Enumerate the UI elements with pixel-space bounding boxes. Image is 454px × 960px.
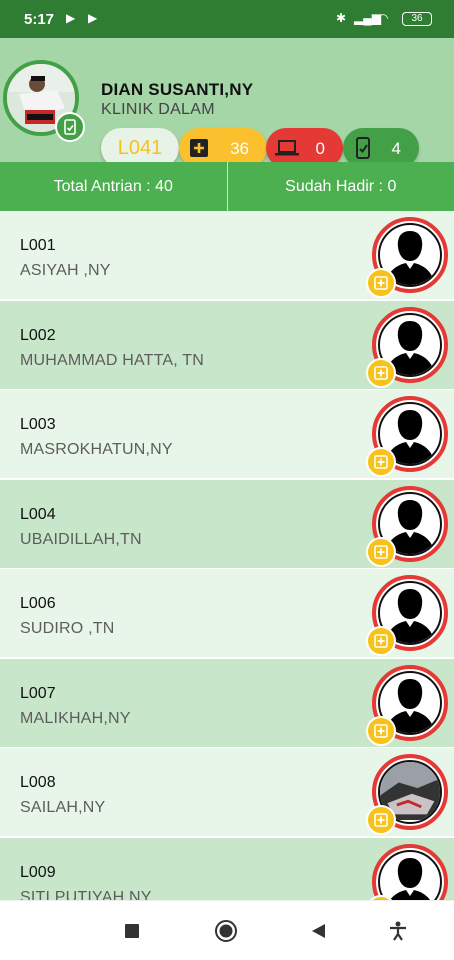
- circle-icon[interactable]: [214, 919, 238, 943]
- status-bar: 5:17 ▶ ▶ ✱ ▂▄▆ ◠ 36: [0, 0, 454, 38]
- patient-list[interactable]: L001 ASIYAH ,NY L002 MUHAMMAD HATTA, TN L003…: [0, 211, 454, 900]
- patient-name: UBAIDILLAH,TN: [20, 530, 142, 548]
- play-outline-icon: ▶: [88, 11, 98, 25]
- accessibility-icon[interactable]: [386, 919, 410, 943]
- battery-icon: 36: [402, 12, 432, 26]
- patient-avatar[interactable]: [372, 843, 448, 900]
- add-icon[interactable]: [366, 268, 396, 298]
- plus-box-icon: [189, 138, 209, 158]
- bluetooth-icon: ✱: [336, 11, 347, 25]
- patient-queue-code: L003: [20, 416, 56, 433]
- phone-check-icon: [64, 119, 76, 135]
- triangle-back-icon[interactable]: [306, 919, 330, 943]
- square-icon[interactable]: [120, 919, 144, 943]
- patient-row[interactable]: L006 SUDIRO ,TN: [0, 569, 454, 657]
- patient-name: ASIYAH ,NY: [20, 262, 111, 279]
- patient-row[interactable]: L007 MALIKHAH,NY: [0, 658, 454, 747]
- patient-row[interactable]: L002 MUHAMMAD HATTA, TN: [0, 300, 454, 389]
- status-time: 5:17: [24, 11, 55, 28]
- patient-name: SUDIRO ,TN: [20, 620, 115, 637]
- add-icon[interactable]: [366, 715, 396, 746]
- signal-icon: ▂▄▆: [354, 11, 381, 25]
- total-queue: Total Antrian : 40: [53, 177, 173, 195]
- doctor-header: DIAN SUSANTI,NY KLINIK DALAM L041 36 0 4: [0, 38, 454, 168]
- laptop-count: 0: [315, 139, 325, 158]
- queue-stats-bar: Total Antrian : 40 Sudah Hadir : 0: [0, 162, 454, 211]
- phone-checkin-icon: [353, 137, 373, 159]
- patient-name: MUHAMMAD HATTA, TN: [20, 351, 205, 369]
- clinic-name: KLINIK DALAM: [101, 101, 215, 118]
- patient-queue-code: L008: [20, 774, 56, 791]
- patient-row[interactable]: L003 MASROKHATUN,NY: [0, 390, 454, 478]
- system-nav-bar: [0, 900, 454, 960]
- wifi-icon: ◠: [378, 11, 389, 25]
- patient-queue-code: L001: [20, 237, 56, 254]
- doctor-name: DIAN SUSANTI,NY: [101, 80, 254, 99]
- patient-name: SAILAH,NY: [20, 799, 106, 816]
- add-icon[interactable]: [366, 805, 396, 835]
- patient-queue-code: L009: [20, 863, 56, 881]
- patient-row[interactable]: L009 SITI PUTIYAH,NY: [0, 837, 454, 901]
- checkin-badge[interactable]: [55, 112, 85, 142]
- patient-name: MASROKHATUN,NY: [20, 441, 173, 458]
- add-icon[interactable]: [366, 357, 396, 388]
- patient-row[interactable]: L001 ASIYAH ,NY: [0, 211, 454, 299]
- patient-queue-code: L007: [20, 684, 56, 702]
- add-icon[interactable]: [366, 447, 396, 477]
- patient-queue-code: L004: [20, 505, 56, 523]
- phone-count: 4: [391, 139, 401, 158]
- add-icon[interactable]: [366, 536, 396, 567]
- plus-count: 36: [230, 139, 249, 158]
- present-count: Sudah Hadir : 0: [285, 177, 397, 195]
- current-queue-code: L041: [117, 136, 163, 159]
- play-icon: ▶: [66, 11, 76, 25]
- add-icon[interactable]: [366, 626, 396, 656]
- patient-name: MALIKHAH,NY: [20, 709, 131, 727]
- person-silhouette-icon: [389, 857, 431, 900]
- patient-name: SITI PUTIYAH,NY: [20, 888, 152, 901]
- laptop-icon: [274, 138, 300, 158]
- patient-queue-code: L006: [20, 595, 56, 612]
- patient-queue-code: L002: [20, 326, 56, 344]
- patient-row[interactable]: L008 SAILAH,NY: [0, 748, 454, 836]
- patient-row[interactable]: L004 UBAIDILLAH,TN: [0, 479, 454, 568]
